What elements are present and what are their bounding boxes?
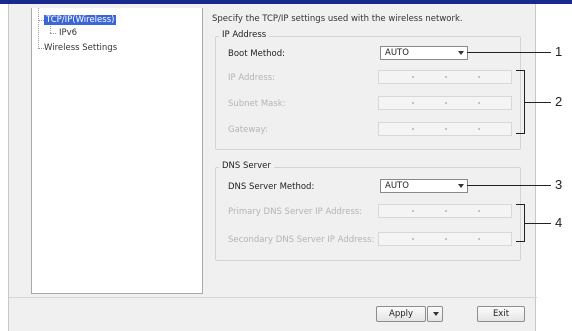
tree-item-label: IPv6 xyxy=(59,28,78,38)
secondary-dns-field[interactable] xyxy=(378,232,512,246)
callout-number-3: 3 xyxy=(555,177,563,192)
exit-button[interactable]: Exit xyxy=(477,306,525,322)
boot-method-select[interactable]: AUTO xyxy=(380,46,468,60)
chevron-down-icon xyxy=(458,184,464,188)
exit-button-label: Exit xyxy=(492,309,510,319)
chevron-down-icon xyxy=(458,51,464,55)
tree-item-ipv6[interactable]: IPv6 xyxy=(59,28,77,38)
ip-address-group-title: IP Address xyxy=(219,30,270,40)
callout-line-2 xyxy=(525,102,551,103)
dns-server-method-select[interactable]: AUTO xyxy=(380,179,468,193)
settings-window: TCP/IP(Wireless) IPv6 Wireless Settings … xyxy=(8,4,537,331)
apply-button[interactable]: Apply xyxy=(376,306,426,322)
tree-item-label: TCP/IP(Wireless) xyxy=(44,15,117,25)
gateway-field[interactable] xyxy=(378,122,512,136)
subnet-mask-field[interactable] xyxy=(378,96,512,110)
tree-connector xyxy=(50,33,56,34)
boot-method-value: AUTO xyxy=(385,48,409,58)
primary-dns-field[interactable] xyxy=(378,204,512,218)
subnet-mask-label: Subnet Mask: xyxy=(228,99,286,109)
dns-server-group-title: DNS Server xyxy=(219,161,274,171)
callout-bracket-2 xyxy=(516,70,525,134)
settings-tree: TCP/IP(Wireless) IPv6 Wireless Settings xyxy=(31,8,203,294)
gateway-label: Gateway: xyxy=(228,125,268,135)
boot-method-label: Boot Method: xyxy=(228,49,286,59)
callout-number-1: 1 xyxy=(555,44,563,59)
button-bar-divider xyxy=(9,297,537,298)
callout-bracket-4 xyxy=(516,204,525,242)
callout-number-2: 2 xyxy=(555,94,563,109)
ip-address-field[interactable] xyxy=(378,70,512,84)
ip-address-label: IP Address: xyxy=(228,73,276,83)
apply-dropdown-button[interactable] xyxy=(427,306,443,322)
callout-line-1 xyxy=(467,52,551,53)
secondary-dns-label: Secondary DNS Server IP Address: xyxy=(228,235,375,245)
page-description: Specify the TCP/IP settings used with th… xyxy=(212,14,463,24)
apply-button-label: Apply xyxy=(389,309,413,319)
tree-item-wireless-settings[interactable]: Wireless Settings xyxy=(44,43,117,53)
dns-server-method-value: AUTO xyxy=(385,181,409,191)
callout-line-3 xyxy=(467,185,551,186)
dns-server-method-label: DNS Server Method: xyxy=(228,182,315,192)
primary-dns-label: Primary DNS Server IP Address: xyxy=(228,207,363,217)
callout-number-4: 4 xyxy=(555,215,563,230)
chevron-down-icon xyxy=(433,312,439,316)
callout-line-4 xyxy=(525,223,551,224)
tree-connector xyxy=(38,8,39,49)
tree-item-label: Wireless Settings xyxy=(44,43,118,53)
tree-item-tcpip-wireless[interactable]: TCP/IP(Wireless) xyxy=(44,15,117,25)
